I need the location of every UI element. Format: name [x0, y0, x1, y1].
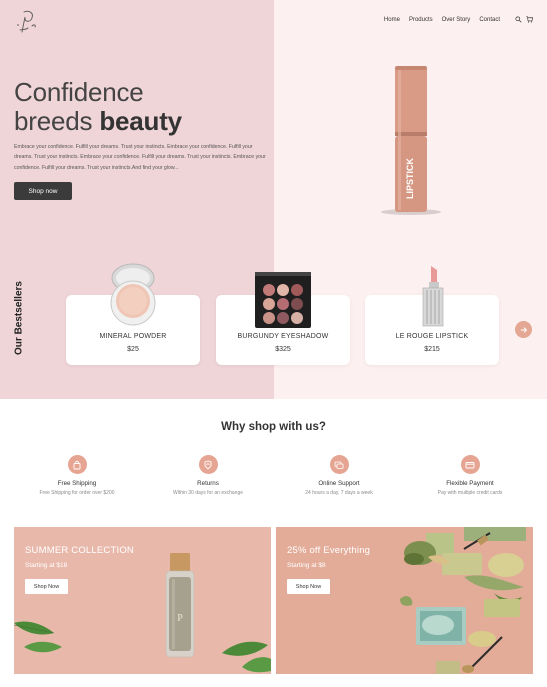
promo-summer-collection: SUMMER COLLECTION Starting at $18 Shop N…	[14, 527, 271, 674]
bag-icon	[67, 455, 87, 474]
shop-now-button[interactable]: Shop now	[14, 182, 72, 200]
next-button[interactable]	[515, 321, 532, 338]
promo-discount: 25% off Everything Starting at $8 Shop N…	[276, 527, 533, 674]
hero-title: Confidence breeds beauty	[14, 78, 182, 136]
nav-products[interactable]: Products	[409, 17, 433, 23]
feature-subtitle: Free Shipping for order over $200	[39, 490, 115, 496]
product-card[interactable]: LE ROUGE LIPSTICK $215	[365, 266, 499, 365]
feature-title: Flexible Payment	[446, 480, 494, 487]
nav-our-story[interactable]: Over Story	[442, 17, 471, 23]
product-card[interactable]: MINERAL POWDER $25	[66, 263, 200, 365]
eyeshadow-palette-image	[255, 272, 311, 328]
feature-free-shipping: Free Shipping Free Shipping for order ov…	[12, 455, 142, 496]
feature-flexible-payment: Flexible Payment Pay with multiple credi…	[405, 455, 535, 496]
green-cosmetics-image	[400, 527, 526, 674]
feature-title: Online Support	[318, 480, 360, 487]
nav-home[interactable]: Home	[384, 17, 400, 23]
arrow-right-icon	[520, 326, 527, 333]
feature-subtitle: Within 30 days for an exchange	[172, 490, 244, 496]
feature-returns: Returns Within 30 days for an exchange	[143, 455, 273, 496]
bestsellers-heading: Our Bestsellers	[13, 281, 25, 355]
product-name: BURGUNDY EYESHADOW	[237, 333, 329, 340]
search-icon[interactable]	[515, 16, 522, 23]
hero-title-line1: Confidence	[14, 77, 144, 107]
lipstick-product-image: LIPSTICK	[381, 66, 441, 215]
chat-icon	[329, 455, 349, 474]
feature-title: Free Shipping	[57, 480, 97, 487]
product-card[interactable]: BURGUNDY EYESHADOW $325	[216, 272, 350, 365]
main-nav: Home Products Over Story Contact	[384, 16, 533, 23]
feature-title: Returns	[197, 480, 219, 487]
product-price: $215	[424, 346, 440, 353]
product-name: LE ROUGE LIPSTICK	[395, 333, 469, 340]
mineral-powder-image	[110, 263, 156, 326]
svg-text:P: P	[177, 613, 183, 624]
logo-icon[interactable]	[14, 8, 42, 36]
product-price: $25	[127, 346, 139, 353]
why-shop-title: Why shop with us?	[221, 421, 326, 433]
product-name: MINERAL POWDER	[99, 333, 167, 340]
summer-product-image: P	[14, 553, 271, 673]
cart-icon[interactable]	[526, 16, 533, 23]
feature-subtitle: 24 hours a day, 7 days a week	[305, 490, 373, 496]
nav-contact[interactable]: Contact	[479, 17, 500, 23]
product-price: $325	[275, 346, 291, 353]
lipstick-label: LIPSTICK	[405, 157, 415, 199]
hero-title-line2: breeds	[14, 106, 100, 136]
feature-online-support: Online Support 24 hours a day, 7 days a …	[274, 455, 404, 496]
hero-description: Embrace your confidence. Fulfill your dr…	[14, 144, 266, 171]
lipstick-image	[422, 266, 444, 327]
hero-title-emphasis: beauty	[99, 106, 182, 136]
feature-subtitle: Pay with multiple credit cards	[437, 490, 503, 496]
return-icon	[198, 455, 218, 474]
card-icon	[460, 455, 480, 474]
